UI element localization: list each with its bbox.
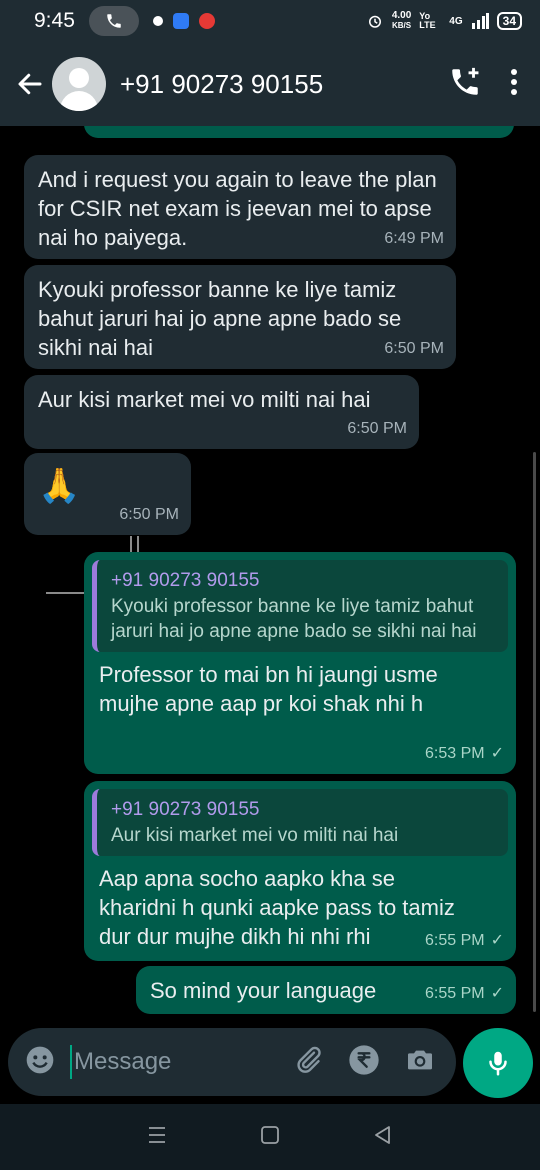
message-incoming[interactable]: Aur kisi market mei vo milti nai hai 6:5… [24,375,419,449]
recents-button[interactable] [146,1124,168,1151]
app-notification-icon [198,13,215,29]
quoted-message[interactable]: +91 90273 90155 Kyouki professor banne k… [92,560,508,652]
more-vertical-icon [511,68,517,95]
signal-type: 4G [449,15,463,27]
status-bar: 9:45 4.00 KB/S Yo LTE 4G 34 [0,0,540,42]
swipe-reply-hint [137,536,139,552]
message-bubble-partial[interactable]: 6:48 PM [84,126,514,138]
message-time: 6:55 PM ✓ [425,932,504,949]
network-label: Yo LTE [419,11,436,30]
home-button[interactable] [259,1124,281,1151]
paperclip-icon [297,1046,321,1073]
system-navigation-bar [0,1104,540,1170]
back-button[interactable] [10,64,50,104]
triangle-left-icon [375,1125,391,1144]
emoji-button[interactable] [24,1044,56,1081]
message-time: 6:55 PM ✓ [425,985,504,1002]
text-caret [70,1045,72,1079]
contact-name[interactable]: +91 90273 90155 [120,69,323,100]
square-icon [261,1125,279,1144]
app-notification-icon [172,13,189,29]
message-text: Aap apna socho aapko kha se kharidni h q… [99,866,455,949]
message-time: 6:50 PM [347,420,407,437]
message-text: Professor to mai bn hi jaungi usme mujhe… [99,662,438,716]
microphone-icon [489,1051,507,1076]
status-right: 4.00 KB/S Yo LTE 4G 34 [366,11,522,31]
message-time: 6:50 PM [384,340,444,357]
app-notification-icon [152,16,163,26]
network-speed-unit: KB/S [392,21,412,30]
quoted-message[interactable]: +91 90273 90155 Aur kisi market mei vo m… [92,789,508,856]
network-speed-value: 4.00 [391,10,412,21]
quoted-author: +91 90273 90155 [111,799,260,820]
scrollbar[interactable] [533,452,536,1012]
message-incoming[interactable]: 🙏 6:50 PM [24,453,191,535]
message-time: 6:49 PM [384,230,444,247]
voice-record-button[interactable] [463,1028,533,1098]
message-list[interactable]: 6:48 PM And i request you again to leave… [0,126,540,1028]
status-time: 9:45 [34,9,75,32]
message-input[interactable] [74,1048,254,1076]
message-input-container[interactable] [8,1028,456,1096]
sent-check-icon: ✓ [490,985,504,1002]
sent-check-icon: ✓ [490,932,504,949]
message-outgoing[interactable]: So mind your language 6:55 PM ✓ [136,966,516,1014]
chat-header: +91 90273 90155 [0,42,540,126]
message-time: 6:53 PM ✓ [425,745,504,762]
menu-lines-icon [148,1126,165,1143]
message-outgoing[interactable]: +91 90273 90155 Kyouki professor banne k… [84,552,516,774]
arrow-left-icon [18,73,42,95]
signal-icon [471,13,489,29]
swipe-reply-hint [130,536,132,552]
alarm-icon [368,15,381,28]
quoted-text: Kyouki professor banne ke liye tamiz bah… [111,596,477,642]
message-text: Aur kisi market mei vo milti nai hai [38,387,371,412]
phone-icon [107,14,121,28]
nav-back-button[interactable] [372,1124,394,1151]
battery-indicator: 34 [496,12,522,30]
message-outgoing[interactable]: +91 90273 90155 Aur kisi market mei vo m… [84,781,516,961]
swipe-reply-hint [46,592,86,594]
message-incoming[interactable]: Kyouki professor banne ke liye tamiz bah… [24,265,456,369]
message-time: 6:48 PM [406,126,466,134]
network-speed: 4.00 KB/S [392,11,411,31]
rupee-icon [349,1044,379,1075]
smiley-icon [26,1046,54,1073]
message-text: Kyouki professor banne ke liye tamiz bah… [38,277,402,360]
quoted-author: +91 90273 90155 [111,570,260,591]
message-time: 6:50 PM [119,506,179,523]
compose-bar [0,1028,540,1104]
more-options-button[interactable] [510,68,518,101]
attach-button[interactable] [292,1044,324,1081]
message-text: And i request you again to leave the pla… [38,167,437,250]
sent-check-icon: ✓ [490,745,504,762]
phone-plus-icon [452,67,479,95]
camera-button[interactable] [404,1044,436,1081]
ongoing-call-indicator[interactable] [88,6,139,36]
payment-button[interactable] [348,1044,380,1081]
quoted-text: Aur kisi market mei vo milti nai hai [111,825,399,846]
avatar[interactable] [52,57,106,111]
message-incoming[interactable]: And i request you again to leave the pla… [24,155,456,259]
add-call-button[interactable] [448,65,482,104]
camera-icon [408,1050,432,1069]
